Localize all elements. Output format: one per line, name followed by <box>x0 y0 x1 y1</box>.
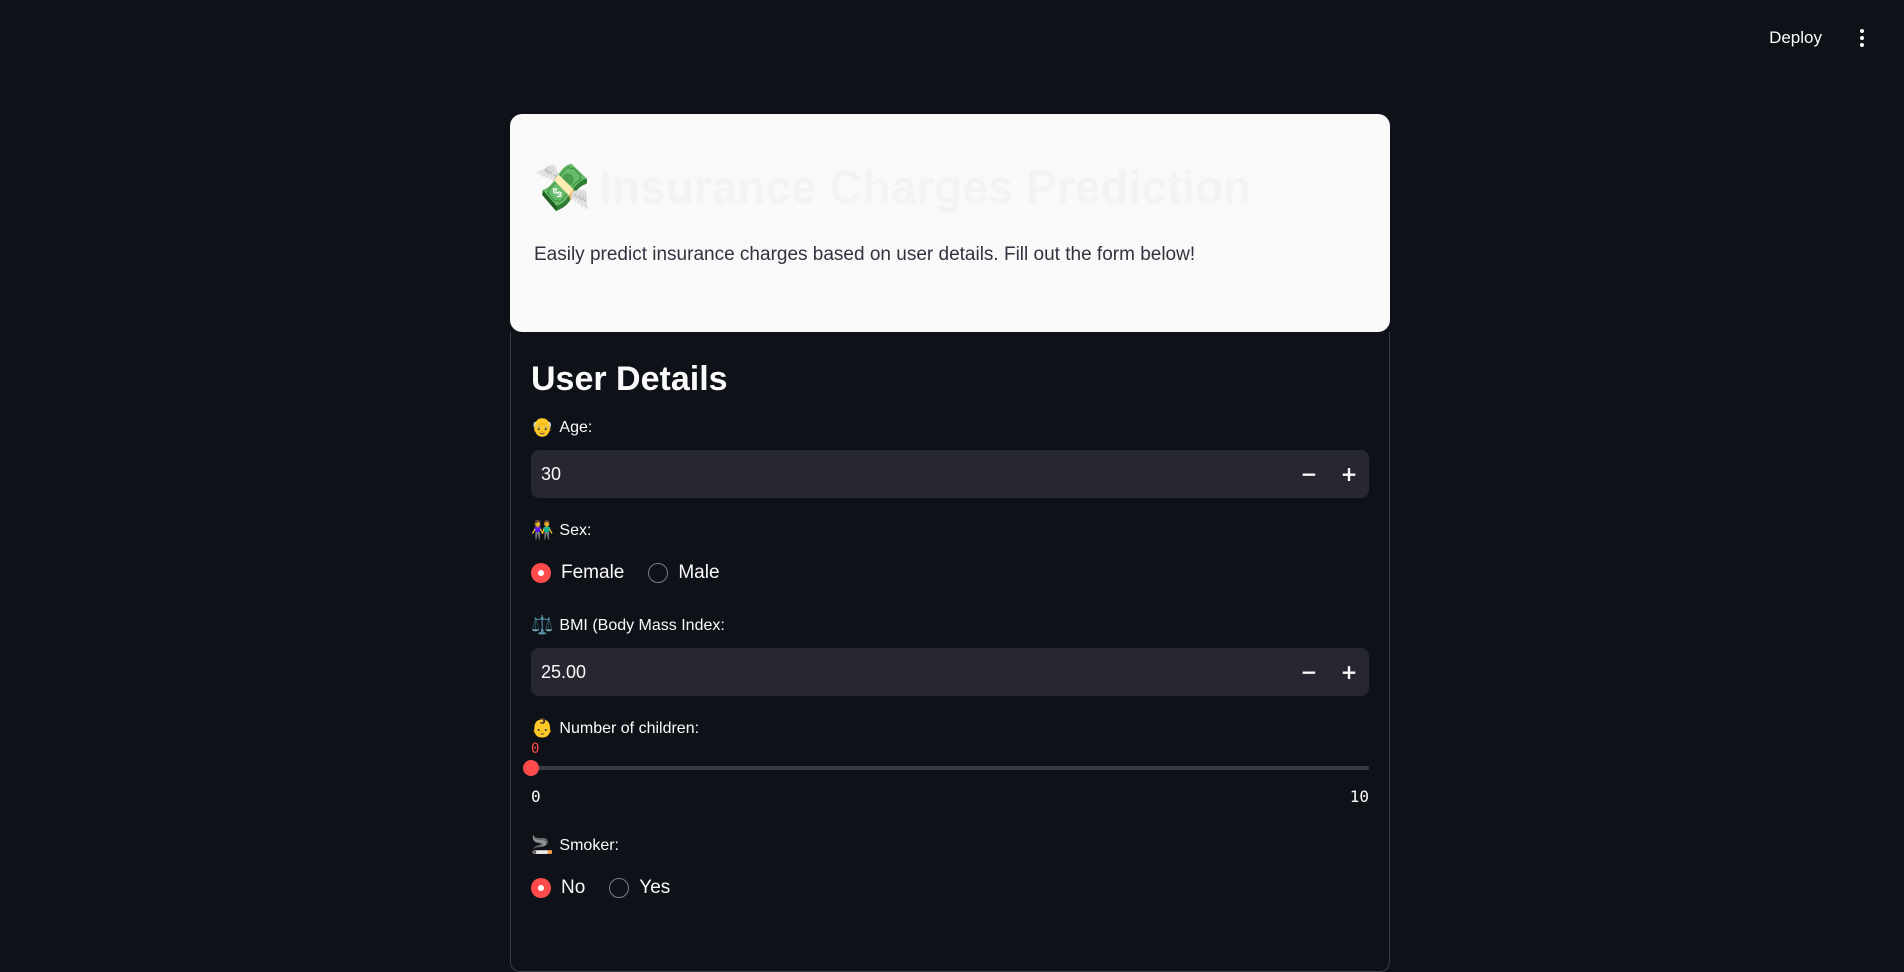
smoker-field: 🚬 Smoker: No Yes <box>531 835 1369 908</box>
children-label-text: Number of children: <box>559 719 700 737</box>
vertical-ellipsis-icon[interactable] <box>1848 24 1876 52</box>
couple-icon: 👫 <box>531 520 554 540</box>
children-label: 👶 Number of children: <box>531 718 1369 739</box>
sex-field: 👫 Sex: Female Male <box>531 520 1369 593</box>
page-title: 💸 Insurance Charges Prediction <box>534 156 1366 218</box>
slider-track[interactable] <box>531 766 1369 770</box>
sex-radio-group: Female Male <box>531 553 1369 593</box>
smoker-option-yes[interactable]: Yes <box>609 877 670 899</box>
radio-unchecked-icon <box>609 878 630 898</box>
user-details-form: User Details 👴 Age: − + 👫 Sex: Fema <box>510 332 1390 972</box>
radio-unchecked-icon <box>648 563 669 583</box>
slider-current-value: 0 <box>531 741 540 757</box>
age-decrement-button[interactable]: − <box>1289 450 1329 498</box>
radio-checked-icon <box>531 563 551 583</box>
top-toolbar: Deploy <box>0 0 1904 76</box>
bmi-input[interactable] <box>531 648 1289 696</box>
bmi-label: ⚖️ BMI (Body Mass Index: <box>531 615 1369 636</box>
page-subtitle: Easily predict insurance charges based o… <box>534 244 1196 265</box>
age-field: 👴 Age: − + <box>531 417 1369 498</box>
header-card: 💸 Insurance Charges Prediction Easily pr… <box>510 114 1390 332</box>
menu-dot <box>1860 43 1864 47</box>
page-title-text: Insurance Charges Prediction <box>599 161 1252 213</box>
bmi-label-text: BMI (Body Mass Index: <box>559 616 725 634</box>
age-number-input: − + <box>531 450 1369 498</box>
age-label: 👴 Age: <box>531 417 1369 438</box>
radio-checked-icon <box>531 878 551 898</box>
bmi-decrement-button[interactable]: − <box>1289 648 1329 696</box>
children-slider: 0 0 10 <box>523 741 1369 813</box>
bmi-field: ⚖️ BMI (Body Mass Index: − + <box>531 615 1369 696</box>
section-title: User Details <box>531 360 728 398</box>
children-field: 👶 Number of children: 0 0 10 <box>523 718 1369 813</box>
smoker-label: 🚬 Smoker: <box>531 835 1369 856</box>
age-label-text: Age: <box>559 418 593 436</box>
smoker-option-no[interactable]: No <box>531 877 585 899</box>
radio-label: Yes <box>639 877 671 898</box>
slider-thumb[interactable] <box>523 760 539 776</box>
baby-icon: 👶 <box>531 718 554 738</box>
sex-option-female[interactable]: Female <box>531 562 624 584</box>
slider-max-label: 10 <box>1349 787 1369 806</box>
main-column: 💸 Insurance Charges Prediction Easily pr… <box>510 114 1390 972</box>
money-with-wings-icon: 💸 <box>534 161 592 213</box>
old-man-icon: 👴 <box>531 417 554 437</box>
smoker-radio-group: No Yes <box>531 868 1369 908</box>
slider-min-label: 0 <box>531 787 541 806</box>
age-input[interactable] <box>531 450 1289 498</box>
radio-label: Female <box>561 562 625 583</box>
cigarette-icon: 🚬 <box>531 835 554 855</box>
age-increment-button[interactable]: + <box>1329 450 1369 498</box>
menu-dot <box>1860 29 1864 33</box>
sex-label-text: Sex: <box>559 521 592 539</box>
menu-dot <box>1860 36 1864 40</box>
sex-label: 👫 Sex: <box>531 520 1369 541</box>
deploy-button[interactable]: Deploy <box>1757 20 1834 56</box>
bmi-number-input: − + <box>531 648 1369 696</box>
sex-option-male[interactable]: Male <box>648 562 720 584</box>
radio-label: No <box>561 877 586 898</box>
bmi-increment-button[interactable]: + <box>1329 648 1369 696</box>
balance-scale-icon: ⚖️ <box>531 615 554 635</box>
radio-label: Male <box>678 562 720 583</box>
smoker-label-text: Smoker: <box>559 836 619 854</box>
